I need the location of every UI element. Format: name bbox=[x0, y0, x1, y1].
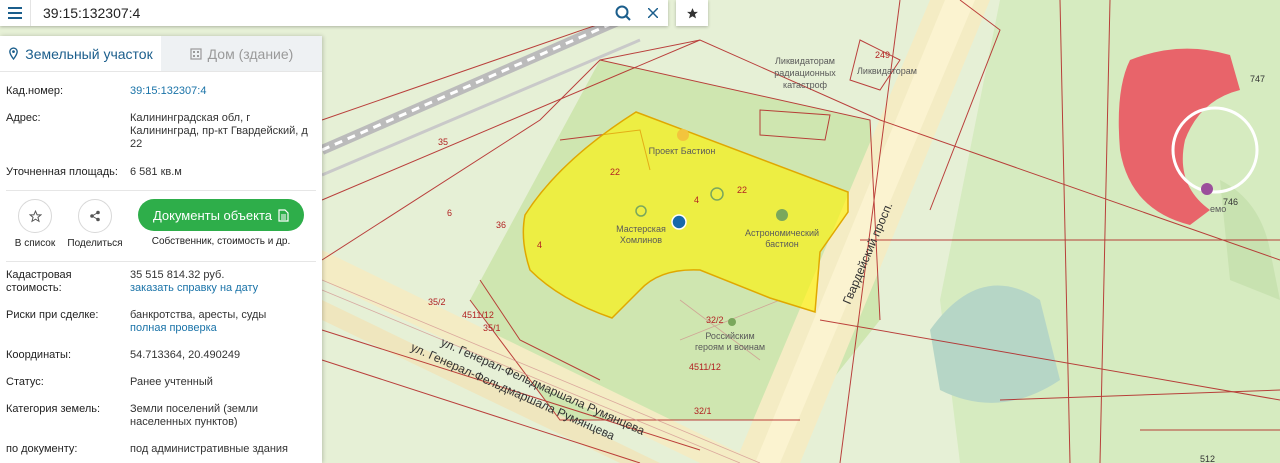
search-input[interactable] bbox=[31, 1, 608, 25]
label: Уточненная площадь: bbox=[6, 166, 118, 178]
map-label: Ликвидаторам bbox=[775, 56, 835, 66]
documents-button-label: Документы объекта bbox=[152, 207, 273, 223]
value: под административные здания bbox=[130, 443, 288, 455]
cost-value: 35 515 814.32 руб. bbox=[130, 269, 225, 281]
row-land-category: Категория земель: Земли поселений (земли… bbox=[6, 403, 316, 429]
value: Калининградская обл, г Калининград, пр-к… bbox=[130, 112, 308, 150]
hamburger-icon bbox=[8, 7, 22, 19]
label: Координаты: bbox=[6, 349, 72, 361]
map-label: радиационных bbox=[774, 68, 836, 78]
divider bbox=[6, 261, 316, 262]
tabs: Земельный участок Дом (здание) bbox=[0, 36, 322, 72]
lot-number: 249 bbox=[875, 50, 890, 60]
star-outline-icon bbox=[28, 209, 42, 222]
label: Статус: bbox=[6, 376, 44, 388]
star-icon bbox=[686, 7, 698, 18]
row-coordinates: Координаты: 54.713364, 20.490249 bbox=[6, 349, 316, 362]
bookmark-button[interactable] bbox=[676, 0, 708, 26]
clear-button[interactable] bbox=[638, 0, 668, 26]
row-by-document: по документу: под административные здани… bbox=[6, 443, 316, 456]
row-cadastral-cost: Кадастровая стоимость: 35 515 814.32 руб… bbox=[6, 269, 316, 295]
row-address: Адрес: Калининградская обл, г Калинингра… bbox=[6, 112, 316, 151]
lot-number: 4 bbox=[537, 240, 542, 250]
share-circle bbox=[78, 199, 112, 233]
lot-number: 36 bbox=[496, 220, 506, 230]
map-label: Ликвидаторам bbox=[857, 66, 917, 76]
label: Кад.номер: bbox=[6, 85, 64, 97]
lot-number: 4 bbox=[694, 195, 699, 205]
map-label: катастроф bbox=[783, 80, 828, 90]
favorite-button[interactable]: В список bbox=[6, 199, 64, 249]
lot-number: 32/1 bbox=[694, 406, 712, 416]
value: банкротства, аресты, суды полная проверк… bbox=[130, 309, 316, 335]
menu-button[interactable] bbox=[0, 0, 31, 26]
share-button[interactable]: Поделиться bbox=[66, 199, 124, 249]
location-pin-icon bbox=[9, 47, 19, 60]
action-bar: В список Поделиться Документы объекта Со… bbox=[0, 191, 322, 257]
tab-label: Дом (здание) bbox=[207, 45, 294, 62]
map-label: бастион bbox=[765, 239, 799, 249]
map-label: Астрономический bbox=[745, 228, 819, 238]
value: 6 581 кв.м bbox=[130, 166, 182, 178]
row-status: Статус: Ранее учтенный bbox=[6, 376, 316, 389]
risks-value: банкротства, аресты, суды bbox=[130, 309, 267, 321]
documents-button[interactable]: Документы объекта bbox=[138, 199, 304, 231]
row-area: Уточненная площадь: 6 581 кв.м bbox=[6, 166, 316, 179]
tab-land-plot[interactable]: Земельный участок bbox=[0, 36, 161, 71]
docs-block: Документы объекта Собственник, стоимость… bbox=[138, 199, 304, 247]
map-label: Хомлинов bbox=[620, 235, 662, 245]
search-icon bbox=[615, 5, 631, 21]
info-rows-top: Кад.номер: 39:15:132307:4 Адрес: Калинин… bbox=[0, 85, 322, 179]
tab-building[interactable]: Дом (здание) bbox=[161, 36, 322, 71]
lot-number: 747 bbox=[1250, 74, 1265, 84]
favorite-label: В список bbox=[14, 238, 56, 249]
label: Адрес: bbox=[6, 112, 41, 124]
documents-subtitle: Собственник, стоимость и др. bbox=[151, 236, 291, 247]
search-button[interactable] bbox=[608, 0, 638, 26]
lot-number: 22 bbox=[610, 167, 620, 177]
lot-number: 22 bbox=[737, 185, 747, 195]
value: 39:15:132307:4 bbox=[130, 85, 316, 98]
lot-number: 4511/12 bbox=[462, 310, 494, 320]
label: Риски при сделке: bbox=[6, 309, 99, 321]
share-label: Поделиться bbox=[67, 238, 123, 249]
search-bar bbox=[0, 0, 668, 26]
lot-number: 35/2 bbox=[428, 297, 446, 307]
document-icon bbox=[278, 208, 289, 222]
value: 54.713364, 20.490249 bbox=[130, 349, 241, 361]
label: Кадастровая стоимость: bbox=[6, 269, 72, 294]
tab-label: Земельный участок bbox=[25, 45, 153, 62]
lot-number: 35/1 bbox=[483, 323, 501, 333]
row-risks: Риски при сделке: банкротства, аресты, с… bbox=[6, 309, 316, 335]
lot-number: 4511/12 bbox=[689, 362, 721, 372]
label: Категория земель: bbox=[6, 403, 101, 415]
lot-number: 746 bbox=[1223, 197, 1238, 207]
map-label: Проект Бастион bbox=[649, 146, 716, 156]
full-check-link[interactable]: полная проверка bbox=[130, 322, 217, 334]
info-rows-bottom: Кадастровая стоимость: 35 515 814.32 руб… bbox=[0, 269, 322, 456]
info-panel: Земельный участок Дом (здание) Кад.номер… bbox=[0, 36, 322, 463]
value: Земли поселений (земли населенных пункто… bbox=[130, 403, 259, 428]
lot-number: 35 bbox=[438, 137, 448, 147]
lot-number: 6 bbox=[447, 208, 452, 218]
value: Ранее учтенный bbox=[130, 376, 213, 388]
map-label: Мастерская bbox=[616, 224, 666, 234]
lot-number: 512 bbox=[1200, 454, 1215, 463]
label: по документу: bbox=[6, 443, 78, 455]
map-label: героям и воинам bbox=[695, 342, 765, 352]
building-icon bbox=[190, 47, 202, 60]
value: 35 515 814.32 руб. заказать справку на д… bbox=[130, 269, 316, 295]
cadastral-number-link[interactable]: 39:15:132307:4 bbox=[130, 85, 206, 97]
order-certificate-link[interactable]: заказать справку на дату bbox=[130, 282, 258, 294]
share-icon bbox=[90, 210, 100, 222]
favorite-circle bbox=[18, 199, 52, 233]
close-icon bbox=[648, 8, 658, 18]
lot-number: 32/2 bbox=[706, 315, 724, 325]
map-label: Российским bbox=[705, 331, 754, 341]
row-cadastral-number: Кад.номер: 39:15:132307:4 bbox=[6, 85, 316, 98]
